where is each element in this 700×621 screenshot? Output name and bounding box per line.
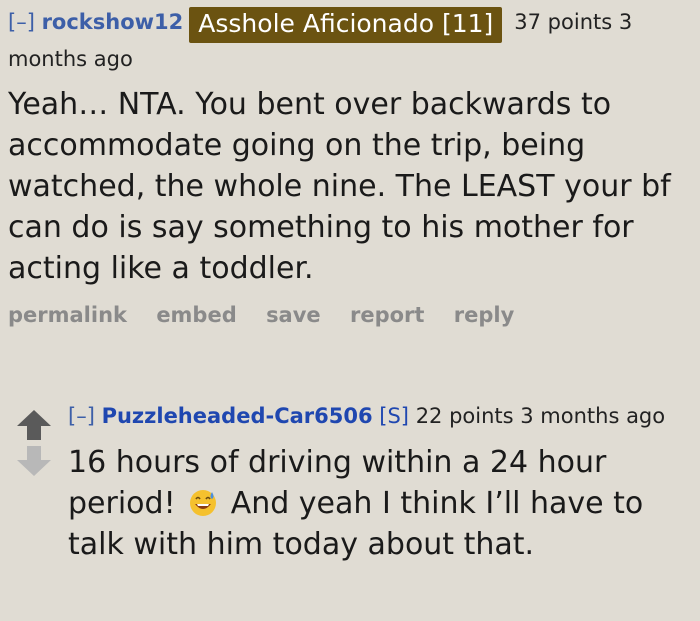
save-button[interactable]: save (266, 303, 321, 327)
comment-tagline: [–] rockshow12 Asshole Aficionado [11] 37 … (8, 6, 696, 75)
comment-rockshow12: [–] rockshow12 Asshole Aficionado [11] 37 … (8, 6, 696, 327)
comment-tagline: [–] Puzzleheaded-Car6506 [S] 22 points 3… (68, 400, 696, 432)
comment-buttons: permalink embed save report reply (8, 303, 696, 327)
reply-button[interactable]: reply (454, 303, 515, 327)
submitter-badge[interactable]: [S] (379, 404, 409, 428)
embed-button[interactable]: embed (156, 303, 236, 327)
collapse-toggle[interactable]: [–] (8, 10, 35, 34)
comment-author[interactable]: Puzzleheaded-Car6506 (102, 404, 373, 428)
comment-puzzleheaded: [–] Puzzleheaded-Car6506 [S] 22 points 3… (68, 400, 696, 565)
report-button[interactable]: report (350, 303, 424, 327)
collapse-toggle[interactable]: [–] (68, 404, 95, 428)
comment-author[interactable]: rockshow12 (42, 10, 184, 34)
vote-arrows (16, 408, 52, 478)
downvote-arrow-icon[interactable] (17, 446, 51, 476)
grinning-sweat-emoji-icon (190, 490, 217, 516)
user-flair: Asshole Aficionado [11] (189, 7, 503, 43)
comment-body: Yeah… NTA. You bent over backwards to ac… (8, 87, 671, 286)
upvote-arrow-icon[interactable] (17, 410, 51, 440)
comment-meta: 22 points 3 months ago (415, 404, 666, 428)
permalink-button[interactable]: permalink (8, 303, 127, 327)
comment-body: 16 hours of driving within a 24 hour per… (68, 442, 696, 565)
